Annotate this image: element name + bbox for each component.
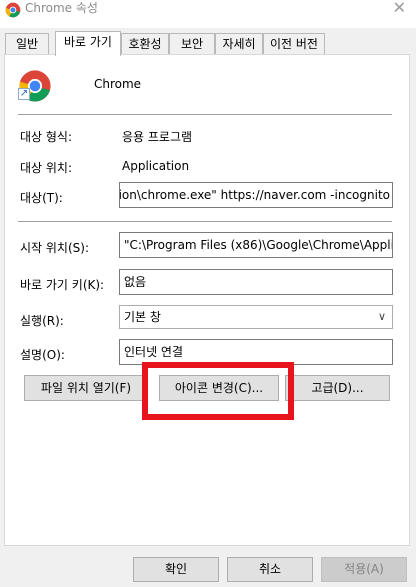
- title-bar: Chrome 속성 ✕: [0, 0, 416, 28]
- tab-shortcut[interactable]: 바로 가기: [55, 31, 121, 56]
- shortcut-key-label: 바로 가기 키(K):: [20, 278, 105, 292]
- run-select[interactable]: 기본 창 ∨: [119, 305, 393, 329]
- target-type-value: 응용 프로그램: [122, 130, 193, 144]
- target-location-label: 대상 위치:: [20, 161, 73, 175]
- target-input-text: "C:\Program Files (x86)\Google\Chrome\Ap…: [120, 188, 390, 202]
- open-file-location-button[interactable]: 파일 위치 열기(F): [24, 375, 148, 401]
- tab-details[interactable]: 자세히: [215, 33, 263, 54]
- target-location-value: Application: [122, 159, 190, 173]
- run-select-value: 기본 창: [124, 310, 161, 324]
- chevron-down-icon: ∨: [377, 310, 386, 323]
- tab-previous-versions[interactable]: 이전 버전: [263, 33, 325, 54]
- ok-button[interactable]: 확인: [133, 557, 219, 582]
- advanced-button[interactable]: 고급(D)...: [285, 375, 390, 401]
- tab-compatibility[interactable]: 호환성: [121, 33, 169, 54]
- start-in-label: 시작 위치(S):: [20, 241, 89, 255]
- app-name: Chrome: [94, 77, 142, 91]
- shortcut-arrow-icon: ↗: [18, 88, 30, 100]
- close-icon[interactable]: ✕: [393, 0, 406, 16]
- run-label: 실행(R):: [20, 314, 64, 328]
- highlight-box: [142, 362, 294, 420]
- target-input[interactable]: "C:\Program Files (x86)\Google\Chrome\Ap…: [119, 182, 393, 208]
- chrome-icon: [5, 2, 21, 18]
- cancel-button[interactable]: 취소: [227, 557, 313, 582]
- tab-general[interactable]: 일반: [5, 33, 49, 54]
- start-in-input[interactable]: "C:\Program Files (x86)\Google\Chrome\Ap…: [119, 232, 393, 258]
- shortcut-key-input[interactable]: 없음: [119, 269, 393, 295]
- divider: [18, 114, 392, 115]
- window-title: Chrome 속성: [25, 1, 98, 15]
- tab-security[interactable]: 보안: [169, 33, 215, 54]
- comment-label: 설명(O):: [20, 348, 65, 362]
- apply-button[interactable]: 적용(A): [321, 557, 407, 582]
- target-label: 대상(T):: [20, 191, 63, 205]
- tab-strip: 일반 바로 가기 호환성 보안 자세히 이전 버전: [5, 31, 415, 56]
- divider: [18, 221, 392, 222]
- target-type-label: 대상 형식:: [20, 130, 73, 144]
